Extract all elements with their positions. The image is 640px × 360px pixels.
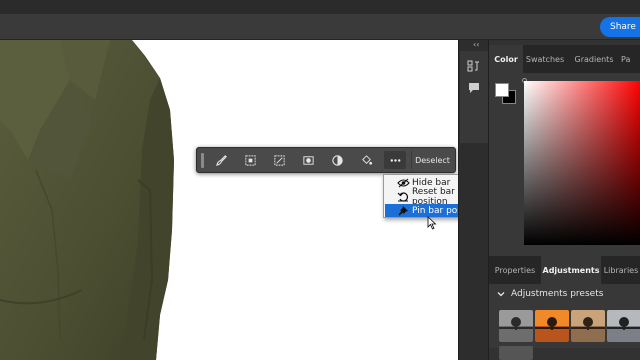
brush-selection-icon[interactable] (210, 151, 232, 169)
pin-icon (396, 205, 410, 216)
tab-properties[interactable]: Properties (489, 256, 541, 284)
deselect-button[interactable]: Deselect (411, 151, 453, 169)
panel-icon-strip: ‹‹ (458, 40, 488, 360)
adjustments-presets-header[interactable]: Adjustments presets (497, 289, 603, 299)
adjustments-panel-tabs: Properties Adjustments Libraries (489, 256, 640, 284)
more-options-icon[interactable] (384, 151, 406, 169)
reset-icon (396, 191, 410, 202)
preset-thumbnail[interactable] (499, 310, 533, 342)
jacket-image (0, 40, 174, 360)
tab-adjustments[interactable]: Adjustments (541, 256, 601, 284)
select-subject-icon[interactable] (239, 151, 261, 169)
chevron-down-icon (497, 292, 505, 297)
comments-icon[interactable] (467, 81, 481, 95)
drag-handle[interactable] (201, 153, 204, 168)
color-picker-field[interactable] (524, 81, 640, 245)
preset-thumbnail[interactable] (499, 346, 533, 360)
menu-bar (0, 0, 640, 14)
right-panel: Color Swatches Gradients Pa Properties A… (488, 40, 640, 360)
transform-selection-icon[interactable] (268, 151, 290, 169)
share-button[interactable]: Share (600, 17, 640, 37)
adjustment-layer-icon[interactable] (326, 151, 348, 169)
panel-icon-group (460, 51, 488, 143)
tab-color[interactable]: Color (489, 45, 523, 73)
tab-patterns[interactable]: Pa (621, 45, 640, 73)
preset-thumbnail[interactable] (607, 310, 640, 342)
contextual-task-bar: Deselect (196, 147, 456, 173)
fill-selection-icon[interactable] (355, 151, 377, 169)
tab-libraries[interactable]: Libraries (601, 256, 640, 284)
mouse-cursor-icon (427, 216, 437, 230)
eye-hidden-icon (396, 177, 410, 188)
section-title: Adjustments presets (511, 289, 604, 299)
preset-thumbnail[interactable] (571, 310, 605, 342)
collapse-panels-icon[interactable]: ‹‹ (473, 40, 479, 49)
history-icon[interactable] (467, 59, 481, 73)
preset-thumbnail[interactable] (535, 310, 569, 342)
options-bar: Share (0, 14, 640, 40)
create-mask-icon[interactable] (297, 151, 319, 169)
photoshop-window: Share Deselect Hide bar Reset bar positi… (0, 0, 640, 360)
color-panel-tabs: Color Swatches Gradients Pa (489, 45, 640, 73)
tab-swatches[interactable]: Swatches (523, 45, 567, 73)
tab-gradients[interactable]: Gradients (571, 45, 617, 73)
foreground-color-swatch[interactable] (495, 83, 509, 97)
